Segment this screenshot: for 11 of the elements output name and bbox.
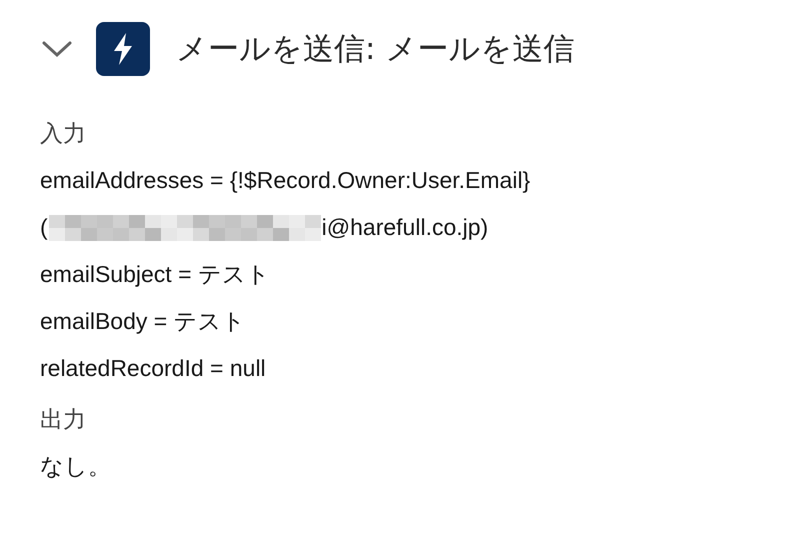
parameter-text: emailBody = テスト: [40, 307, 246, 336]
parameter-text: emailSubject = テスト: [40, 260, 270, 289]
parameter-text: relatedRecordId = null: [40, 354, 266, 383]
parameter-text: emailAddresses = {!$Record.Owner:User.Email}: [40, 166, 530, 195]
parameter-text: (: [40, 213, 48, 242]
parameter-text: i@harefull.co.jp): [322, 213, 488, 242]
section-heading: 入力: [40, 119, 87, 148]
section-heading: 出力: [40, 405, 87, 434]
action-title: メールを送信: メールを送信: [176, 30, 574, 69]
lightning-icon: [96, 22, 150, 76]
parameter-text: なし。: [40, 452, 111, 481]
